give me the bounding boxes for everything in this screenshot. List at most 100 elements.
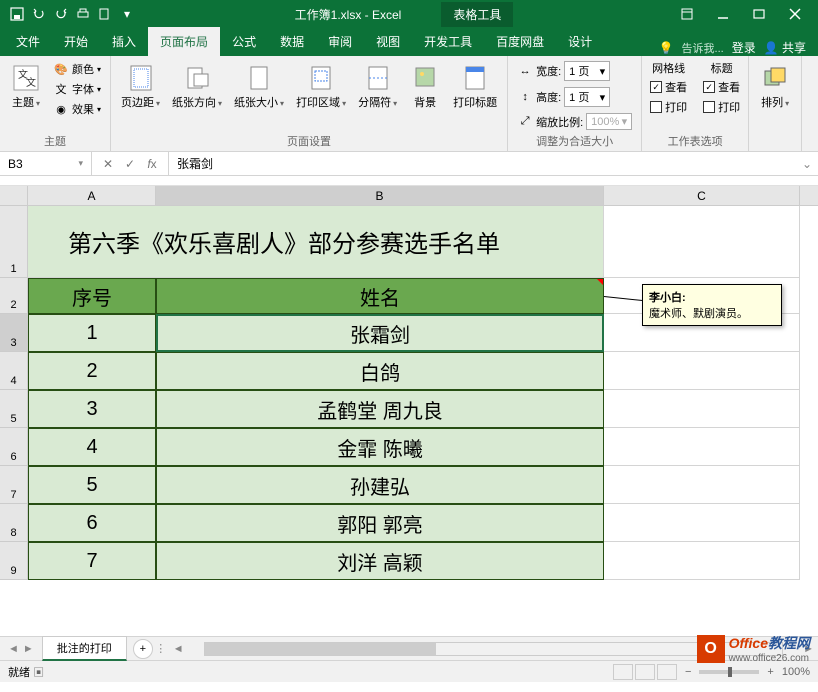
normal-view-icon[interactable] — [613, 664, 633, 680]
row-header[interactable]: 5 — [0, 390, 28, 428]
cell[interactable]: 5 — [28, 466, 156, 504]
cell[interactable]: 白鸽 — [156, 352, 604, 390]
zoom-slider[interactable] — [699, 670, 759, 674]
tab-view[interactable]: 视图 — [364, 27, 412, 56]
cell[interactable]: 2 — [28, 352, 156, 390]
tab-nav-next-icon[interactable]: ► — [23, 643, 34, 655]
close-icon[interactable] — [778, 4, 812, 24]
col-header-b[interactable]: B — [156, 186, 604, 205]
tab-insert[interactable]: 插入 — [100, 27, 148, 56]
active-cell[interactable]: 张霜剑 — [156, 314, 604, 352]
name-box[interactable]: B3▾ — [0, 152, 92, 175]
cell[interactable] — [604, 504, 800, 542]
gridlines-view-checkbox[interactable]: ✓查看 — [648, 78, 689, 96]
gridlines-print-checkbox[interactable]: 打印 — [648, 98, 689, 116]
cell[interactable]: 6 — [28, 504, 156, 542]
margins-button[interactable]: 页边距 — [117, 60, 164, 131]
col-header-a[interactable]: A — [28, 186, 156, 205]
size-button[interactable]: 纸张大小 — [230, 60, 288, 131]
add-sheet-button[interactable]: + — [133, 639, 153, 659]
cell[interactable] — [604, 542, 800, 580]
tab-formulas[interactable]: 公式 — [220, 27, 268, 56]
expand-formula-icon[interactable]: ⌄ — [796, 157, 818, 171]
row-header[interactable]: 1 — [0, 206, 28, 278]
worksheet[interactable]: A B C 1 2 3 4 5 6 7 8 9 第六季《欢乐喜剧人》部分参赛选手… — [0, 186, 818, 636]
col-header-c[interactable]: C — [604, 186, 800, 205]
cell[interactable]: 刘洋 高颖 — [156, 542, 604, 580]
cell[interactable]: 郭阳 郭亮 — [156, 504, 604, 542]
breaks-button[interactable]: 分隔符 — [354, 60, 401, 131]
tab-home[interactable]: 开始 — [52, 27, 100, 56]
print-area-button[interactable]: 打印区域 — [292, 60, 350, 131]
row-header[interactable]: 8 — [0, 504, 28, 542]
save-icon[interactable] — [8, 5, 26, 23]
width-control[interactable]: ↔宽度: 1 页▾ — [514, 60, 635, 82]
tell-me[interactable]: 告诉我... — [682, 40, 724, 56]
cell[interactable]: 4 — [28, 428, 156, 466]
fx-icon[interactable]: fx — [142, 157, 162, 171]
cell[interactable]: 孟鹤堂 周九良 — [156, 390, 604, 428]
maximize-icon[interactable] — [742, 4, 776, 24]
effects-button[interactable]: ◉效果▾ — [50, 100, 104, 118]
tab-page-layout[interactable]: 页面布局 — [148, 27, 220, 56]
headings-view-checkbox[interactable]: ✓查看 — [701, 78, 742, 96]
cell[interactable]: 孙建弘 — [156, 466, 604, 504]
tab-review[interactable]: 审阅 — [316, 27, 364, 56]
row-header[interactable]: 4 — [0, 352, 28, 390]
print-icon[interactable] — [74, 5, 92, 23]
cell[interactable] — [604, 466, 800, 504]
qat-customize-icon[interactable]: ▾ — [118, 5, 136, 23]
new-icon[interactable] — [96, 5, 114, 23]
height-control[interactable]: ↕高度: 1 页▾ — [514, 86, 635, 108]
row-header[interactable]: 6 — [0, 428, 28, 466]
arrange-button[interactable]: 排列 — [755, 60, 795, 147]
background-button[interactable]: 背景 — [405, 60, 445, 131]
zoom-in-icon[interactable]: + — [767, 666, 773, 678]
cancel-icon[interactable]: ✕ — [98, 157, 118, 171]
themes-button[interactable]: 文文 主题 — [6, 60, 46, 131]
scale-control[interactable]: ⤢缩放比例: 100%▾ — [514, 112, 635, 131]
cell[interactable]: 3 — [28, 390, 156, 428]
row-header[interactable]: 2 — [0, 278, 28, 314]
tab-design[interactable]: 设计 — [556, 27, 604, 56]
sheet-tab[interactable]: 批注的打印 — [42, 636, 127, 661]
macro-icon[interactable]: ▣ — [33, 667, 44, 679]
row-header[interactable]: 7 — [0, 466, 28, 504]
enter-icon[interactable]: ✓ — [120, 157, 140, 171]
ribbon-options-icon[interactable] — [670, 4, 704, 24]
redo-icon[interactable] — [52, 5, 70, 23]
page-break-view-icon[interactable] — [657, 664, 677, 680]
cell[interactable]: 金霏 陈曦 — [156, 428, 604, 466]
title-cell[interactable]: 第六季《欢乐喜剧人》部分参赛选手名单 — [28, 206, 604, 278]
cell[interactable]: 7 — [28, 542, 156, 580]
tab-baidu[interactable]: 百度网盘 — [484, 27, 556, 56]
cell[interactable] — [604, 206, 800, 278]
tab-data[interactable]: 数据 — [268, 27, 316, 56]
header-cell[interactable]: 序号 — [28, 278, 156, 314]
hscroll-left-icon[interactable]: ◄ — [169, 643, 188, 655]
zoom-out-icon[interactable]: − — [685, 666, 691, 678]
header-cell[interactable]: 姓名 — [156, 278, 604, 314]
fonts-button[interactable]: 文字体▾ — [50, 80, 104, 98]
print-titles-button[interactable]: 打印标题 — [449, 60, 501, 131]
login-link[interactable]: 登录 — [732, 39, 756, 56]
undo-icon[interactable] — [30, 5, 48, 23]
cell[interactable] — [604, 390, 800, 428]
colors-button[interactable]: 🎨颜色▾ — [50, 60, 104, 78]
tab-file[interactable]: 文件 — [4, 27, 52, 56]
comment-popup[interactable]: 李小白: 魔术师、默剧演员。 — [642, 284, 782, 326]
tell-me-icon[interactable]: 💡 — [659, 41, 674, 55]
select-all-corner[interactable] — [0, 186, 28, 205]
minimize-icon[interactable] — [706, 4, 740, 24]
row-header[interactable]: 3 — [0, 314, 28, 352]
cell[interactable] — [604, 352, 800, 390]
orientation-button[interactable]: 纸张方向 — [168, 60, 226, 131]
tab-nav-prev-icon[interactable]: ◄ — [8, 643, 19, 655]
row-header[interactable]: 9 — [0, 542, 28, 580]
formula-input[interactable]: 张霜剑 — [169, 155, 796, 172]
share-button[interactable]: 👤 共享 — [764, 39, 806, 56]
cell[interactable] — [604, 428, 800, 466]
tab-developer[interactable]: 开发工具 — [412, 27, 484, 56]
cell[interactable]: 1 — [28, 314, 156, 352]
headings-print-checkbox[interactable]: 打印 — [701, 98, 742, 116]
